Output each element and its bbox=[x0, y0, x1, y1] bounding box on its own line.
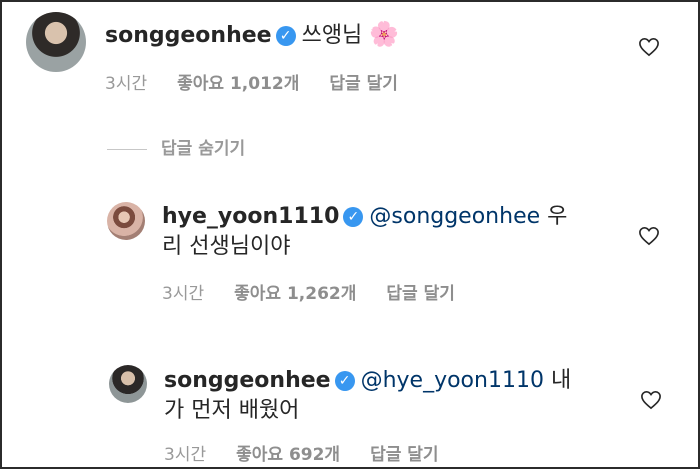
avatar[interactable] bbox=[109, 365, 147, 403]
comment-time[interactable]: 3시간 bbox=[164, 445, 206, 465]
likes-count[interactable]: 좋아요 1,262개 bbox=[234, 284, 356, 304]
heart-icon[interactable] bbox=[640, 390, 662, 410]
avatar[interactable] bbox=[107, 202, 145, 240]
comment-time[interactable]: 3시간 bbox=[105, 74, 147, 94]
likes-count[interactable]: 좋아요 1,012개 bbox=[177, 74, 299, 94]
username-link[interactable]: songgeonhee bbox=[164, 368, 331, 393]
reply-button[interactable]: 답글 달기 bbox=[329, 74, 397, 94]
comment-text: 쓰앵님 bbox=[301, 23, 363, 48]
comment-text: 내 bbox=[550, 368, 572, 393]
comment-body: songgeonhee ✓ 쓰앵님 🌸 bbox=[105, 20, 399, 50]
comment-meta: 3시간 좋아요 1,262개 답글 달기 bbox=[162, 279, 485, 304]
verified-badge-icon: ✓ bbox=[275, 26, 296, 46]
reply-button[interactable]: 답글 달기 bbox=[370, 445, 438, 465]
comment-time[interactable]: 3시간 bbox=[162, 284, 204, 304]
username-link[interactable]: hye_yoon1110 bbox=[162, 204, 339, 229]
mention-link[interactable]: @hye_yoon1110 bbox=[361, 368, 544, 393]
verified-badge-icon: ✓ bbox=[343, 207, 364, 227]
comment-text: 우 bbox=[547, 204, 568, 229]
divider bbox=[107, 148, 147, 150]
cherry-blossom-emoji: 🌸 bbox=[369, 20, 400, 48]
comment-text-line2: 가 먼저 배웠어 bbox=[164, 398, 300, 423]
hide-replies-label: 답글 숨기기 bbox=[161, 139, 246, 159]
comment-body: hye_yoon1110 ✓ @songgeonhee 우 bbox=[162, 203, 567, 231]
comment-text-line2: 리 선생님이야 bbox=[162, 234, 291, 259]
username-link[interactable]: songgeonhee bbox=[105, 23, 272, 48]
comment-meta: 3시간 좋아요 692개 답글 달기 bbox=[164, 440, 469, 465]
comments-panel: songgeonhee ✓ 쓰앵님 🌸 3시간 좋아요 1,012개 답글 달기 답글 … bbox=[0, 0, 700, 469]
mention-link[interactable]: @songgeonhee bbox=[369, 204, 540, 229]
avatar[interactable] bbox=[26, 12, 86, 72]
comment-meta: 3시간 좋아요 1,012개 답글 달기 bbox=[105, 69, 428, 94]
heart-icon[interactable] bbox=[638, 37, 660, 57]
reply-button[interactable]: 답글 달기 bbox=[386, 284, 454, 304]
hide-replies-button[interactable]: 답글 숨기기 bbox=[107, 134, 245, 159]
heart-icon[interactable] bbox=[638, 226, 660, 246]
verified-badge-icon: ✓ bbox=[334, 371, 355, 391]
likes-count[interactable]: 좋아요 692개 bbox=[236, 445, 340, 465]
comment-body: songgeonhee ✓ @hye_yoon1110 내 bbox=[164, 367, 571, 395]
